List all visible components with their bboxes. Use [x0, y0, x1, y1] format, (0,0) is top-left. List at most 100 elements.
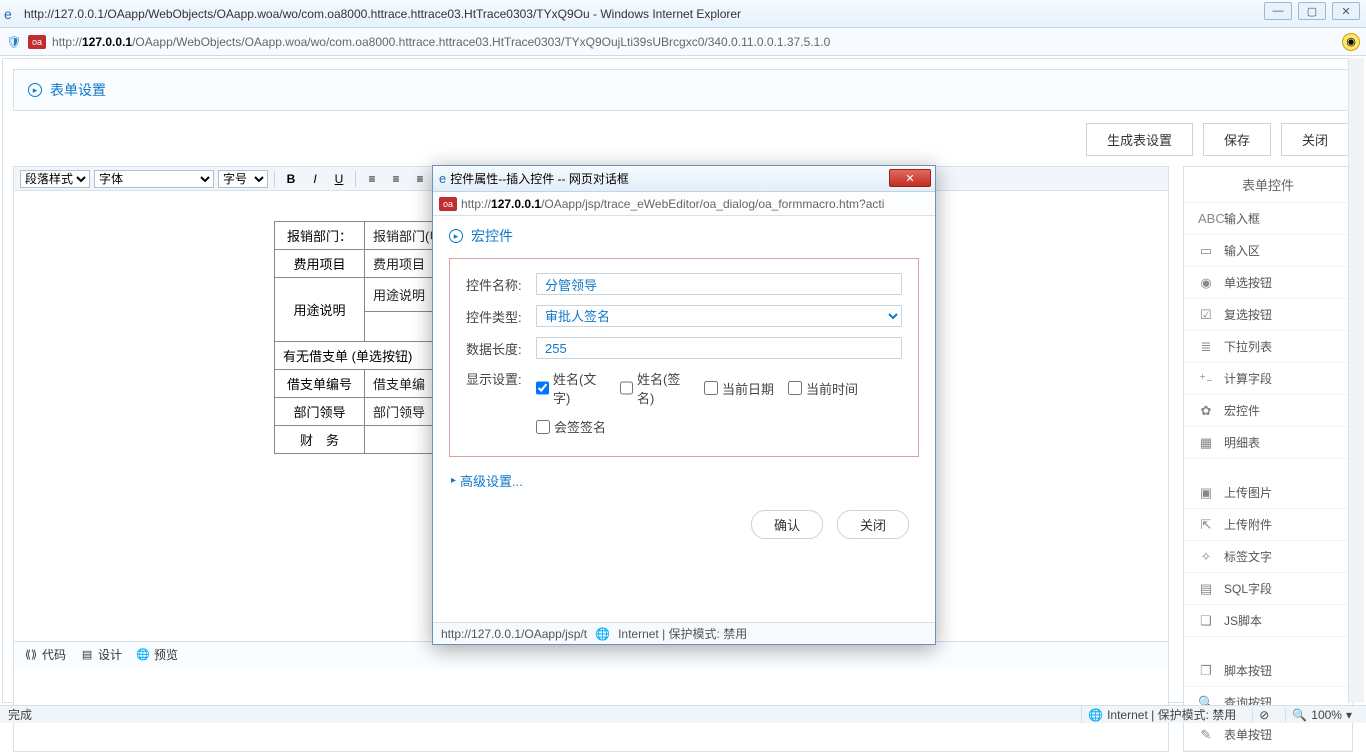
palette-item-icon: ⇱ — [1198, 517, 1214, 533]
chevron-right-icon: ▸ — [28, 83, 42, 97]
palette-item[interactable]: ▭输入区 — [1184, 235, 1352, 267]
palette-item[interactable]: ✿宏控件 — [1184, 395, 1352, 427]
palette-item[interactable]: ≣ 下拉列表 — [1184, 331, 1352, 363]
palette-item-icon: ⁺₋ — [1198, 371, 1214, 387]
control-name-label: 控件名称: — [466, 275, 536, 294]
italic-button[interactable]: I — [305, 170, 325, 188]
form-label: 报销部门： — [275, 222, 365, 250]
security-shield-icon[interactable]: 🛡 — [6, 34, 22, 50]
palette-item[interactable]: ▤SQL字段 — [1184, 573, 1352, 605]
palette-item-icon: ❐ — [1198, 663, 1214, 679]
dialog-close-button[interactable]: ✕ — [889, 169, 931, 187]
palette-item[interactable]: ◉单选按钮 — [1184, 267, 1352, 299]
browser-status-bar: 完成 🌐Internet | 保护模式: 禁用 ⊘ 🔍 100% ▾ — [0, 705, 1366, 723]
chk-name-sign[interactable]: 姓名(签名) — [620, 369, 690, 407]
site-badge-icon: oa — [28, 35, 46, 49]
palette-item-icon: ✎ — [1198, 727, 1214, 743]
palette-item-label: 计算字段 — [1224, 370, 1272, 387]
compat-view-button[interactable]: ◉ — [1342, 33, 1360, 51]
zoom-control[interactable]: 🔍 100% ▾ — [1285, 708, 1358, 722]
form-label: 费用项目 — [275, 250, 365, 278]
palette-item[interactable]: ⁺₋ 计算字段 — [1184, 363, 1352, 395]
palette-item-icon: ❏ — [1198, 613, 1214, 629]
palette-item[interactable]: ☑复选按钮 — [1184, 299, 1352, 331]
palette-item[interactable]: ✧ 标签文字 — [1184, 541, 1352, 573]
palette-item-icon: ABC — [1198, 211, 1214, 226]
palette-item-icon: ≣ — [1198, 339, 1214, 355]
palette-item[interactable]: ▣上传图片 — [1184, 477, 1352, 509]
form-label: 财 务 — [275, 426, 365, 454]
preview-icon: 🌐 — [136, 648, 150, 662]
globe-icon: 🌐 — [1088, 708, 1103, 722]
vertical-scrollbar[interactable] — [1348, 58, 1364, 703]
palette-item-label: 标签文字 — [1224, 548, 1272, 565]
status-zone: 🌐Internet | 保护模式: 禁用 — [1081, 706, 1242, 723]
dialog-title: 控件属性--插入控件 -- 网页对话框 — [450, 170, 629, 187]
palette-item[interactable]: ⇱ 上传附件 — [1184, 509, 1352, 541]
close-button[interactable]: 关闭 — [1281, 123, 1349, 156]
window-minimize-button[interactable]: — — [1264, 2, 1292, 20]
chk-current-date[interactable]: 当前日期 — [704, 379, 774, 398]
para-style-select[interactable]: 段落样式 — [20, 170, 90, 188]
window-title: http://127.0.0.1/OAapp/WebObjects/OAapp.… — [24, 7, 1362, 21]
generate-settings-button[interactable]: 生成表设置 — [1086, 123, 1193, 156]
palette-item-label: 上传附件 — [1224, 516, 1272, 533]
design-icon: ▤ — [80, 648, 94, 662]
display-setting-label: 显示设置: — [466, 369, 536, 388]
font-select[interactable]: 字体 — [94, 170, 214, 188]
dialog-status-bar: http://127.0.0.1/OAapp/jsp/t 🌐 Internet … — [433, 622, 935, 644]
view-tab-code[interactable]: ⟪⟫代码 — [24, 646, 66, 663]
palette-item-label: 下拉列表 — [1224, 338, 1272, 355]
palette-item[interactable]: ❏ JS脚本 — [1184, 605, 1352, 637]
ie-icon: e — [439, 171, 446, 186]
dialog-status-zone: Internet | 保护模式: 禁用 — [618, 625, 747, 642]
protected-mode-icon[interactable]: ⊘ — [1252, 708, 1275, 722]
form-label: 部门领导 — [275, 398, 365, 426]
status-done: 完成 — [8, 706, 32, 723]
advanced-settings-link[interactable]: 高级设置... — [451, 471, 523, 490]
bold-button[interactable]: B — [281, 170, 301, 188]
palette-item-label: 明细表 — [1224, 434, 1260, 451]
dialog-fieldbox: 控件名称: 控件类型: 审批人签名 数据长度: 显示设置: 姓名(文字) — [449, 258, 919, 457]
form-label: 用途说明 — [275, 278, 365, 342]
palette-item-icon: ✧ — [1198, 549, 1214, 565]
view-tab-preview[interactable]: 🌐预览 — [136, 646, 178, 663]
palette-item-label: 脚本按钮 — [1224, 662, 1272, 679]
dialog-panel-header: ▸ 宏控件 — [449, 226, 919, 246]
align-center-button[interactable]: ≡ — [386, 170, 406, 188]
palette-item[interactable]: ▦明细表 — [1184, 427, 1352, 459]
form-label: 借支单编号 — [275, 370, 365, 398]
palette-item-label: JS脚本 — [1224, 612, 1262, 629]
dialog-titlebar[interactable]: e 控件属性--插入控件 -- 网页对话框 ✕ — [433, 166, 935, 192]
dialog-cancel-button[interactable]: 关闭 — [837, 510, 909, 539]
palette-item[interactable]: ❐ 脚本按钮 — [1184, 655, 1352, 687]
align-right-button[interactable]: ≡ — [410, 170, 430, 188]
palette-title: 表单控件 — [1184, 167, 1352, 203]
data-length-input[interactable] — [536, 337, 902, 359]
font-size-select[interactable]: 字号 — [218, 170, 268, 188]
chk-current-time[interactable]: 当前时间 — [788, 379, 858, 398]
control-type-select[interactable]: 审批人签名 — [536, 305, 902, 327]
palette-item-label: SQL字段 — [1224, 580, 1272, 597]
palette-item[interactable]: ✎ 表单按钮 — [1184, 719, 1352, 751]
dialog-ok-button[interactable]: 确认 — [751, 510, 823, 539]
chk-countersign[interactable]: 会签签名 — [536, 417, 606, 436]
palette-item-label: 表单按钮 — [1224, 726, 1272, 743]
chevron-right-icon: ▸ — [449, 229, 463, 243]
view-tab-design[interactable]: ▤设计 — [80, 646, 122, 663]
save-button[interactable]: 保存 — [1203, 123, 1271, 156]
window-maximize-button[interactable]: ▢ — [1298, 2, 1326, 20]
palette-item[interactable]: ABC输入框 — [1184, 203, 1352, 235]
palette-item-label: 上传图片 — [1224, 484, 1272, 501]
align-left-button[interactable]: ≡ — [362, 170, 382, 188]
dialog-url[interactable]: http://127.0.0.1/OAapp/jsp/trace_eWebEdi… — [461, 197, 884, 211]
ie-icon: e — [4, 6, 20, 22]
underline-button[interactable]: U — [329, 170, 349, 188]
control-name-input[interactable] — [536, 273, 902, 295]
window-close-button[interactable]: ✕ — [1332, 2, 1360, 20]
chk-name-text[interactable]: 姓名(文字) — [536, 369, 606, 407]
palette-item-icon: ✿ — [1198, 403, 1214, 419]
macro-control-dialog: e 控件属性--插入控件 -- 网页对话框 ✕ oa http://127.0.… — [432, 165, 936, 645]
palette-item-icon: ☑ — [1198, 307, 1214, 323]
address-url[interactable]: http://127.0.0.1/OAapp/WebObjects/OAapp.… — [52, 35, 830, 49]
